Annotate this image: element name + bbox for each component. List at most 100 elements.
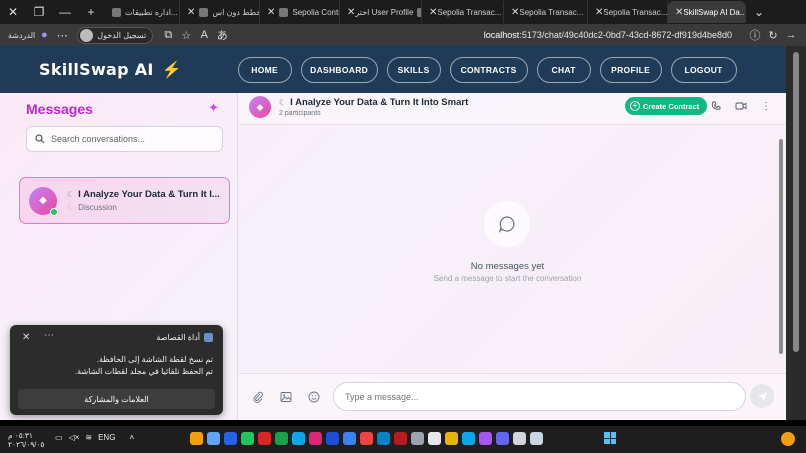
system-tray: ▭ ◁× ≋ ENG ˄	[55, 433, 134, 442]
translate-icon[interactable]: あ	[213, 26, 231, 44]
url-field[interactable]: localhost:5173/chat/49c40dc2-0bd7-43cd-8…	[231, 30, 746, 40]
forward-icon[interactable]: →	[782, 26, 800, 44]
browser-tab[interactable]: ✕ مخطط دون اس...	[180, 1, 260, 23]
volume-icon[interactable]: ◁×	[69, 433, 80, 442]
image-icon[interactable]	[278, 389, 294, 405]
tab-close-icon[interactable]: ✕	[511, 7, 519, 18]
tab-close-icon[interactable]: ✕	[429, 7, 437, 18]
read-aloud-icon[interactable]: A	[195, 26, 213, 44]
bolt-icon: ⚡	[161, 61, 182, 79]
new-tab-icon[interactable]: +	[78, 0, 104, 24]
collections-icon[interactable]: ⧉	[159, 26, 177, 44]
edge-icon[interactable]	[462, 432, 475, 445]
conversation-item[interactable]: ◆ ☾ I Analyze Your Data & Turn It I... ☾ D…	[19, 177, 230, 224]
video-icon[interactable]	[733, 98, 749, 114]
facebook-icon[interactable]	[326, 432, 339, 445]
browser-tab[interactable]: ✕ اختر User Profile	[340, 1, 422, 23]
copilot-icon[interactable]	[479, 432, 492, 445]
clock[interactable]: ٠٥:٣١ م ٢٠٢٦/٠٩/٠٥	[8, 431, 44, 449]
tab-label: اختر User Profile	[355, 7, 414, 17]
favorites-icon[interactable]: ☆	[177, 26, 195, 44]
start-icon[interactable]	[604, 432, 616, 444]
snip-notification: أداة القصاصة ✕ ⋯ تم نسخ لقطة الشاشة إلى …	[10, 325, 223, 415]
app-icon[interactable]	[190, 432, 203, 445]
nav-skills[interactable]: SKILLS	[386, 56, 441, 83]
close-window-icon[interactable]: ✕	[0, 0, 26, 24]
chat-scrollbar[interactable]	[778, 129, 784, 369]
tab-close-icon[interactable]: ✕	[595, 7, 603, 18]
vscode-icon[interactable]	[224, 432, 237, 445]
refresh-icon[interactable]: ↻	[764, 26, 782, 44]
page-scrollbar[interactable]	[786, 46, 806, 420]
tab-label: SkillSwap AI Da...	[683, 7, 746, 17]
more-vertical-icon[interactable]: ⋮	[758, 98, 774, 114]
chevron-up-icon[interactable]: ˄	[129, 433, 134, 442]
app-icon[interactable]	[207, 432, 220, 445]
message-input[interactable]	[333, 382, 746, 411]
close-icon[interactable]: ✕	[22, 332, 30, 343]
create-contract-button[interactable]: + Create Contract	[625, 97, 708, 115]
nav-home[interactable]: HOME	[237, 56, 292, 83]
send-button[interactable]	[750, 384, 774, 408]
chat-label[interactable]: الدردشة	[8, 31, 35, 40]
browser-tab[interactable]: ✕ Sepolia Transac...	[588, 1, 668, 23]
profile-button[interactable]: تسجيل الدخول	[77, 26, 154, 44]
markup-share-button[interactable]: العلامات والمشاركة	[18, 389, 215, 409]
language-indicator[interactable]: ENG	[98, 433, 115, 442]
app-icon[interactable]	[513, 432, 526, 445]
tab-close-icon[interactable]: ✕	[675, 7, 683, 18]
more-icon[interactable]: ⋯	[53, 26, 71, 44]
app-icon[interactable]	[428, 432, 441, 445]
site-info-icon[interactable]: ⓘ	[746, 26, 764, 44]
whatsapp-icon[interactable]	[275, 432, 288, 445]
nav-contracts[interactable]: CONTRACTS	[449, 56, 528, 83]
search-icon[interactable]	[530, 432, 543, 445]
instagram-icon[interactable]	[309, 432, 322, 445]
app-icon[interactable]	[258, 432, 271, 445]
browser-tab-active[interactable]: ✕ SkillSwap AI Da...	[668, 1, 746, 23]
app-icon[interactable]	[360, 432, 373, 445]
tab-dropdown-icon[interactable]: ⌄	[746, 0, 772, 24]
app-logo[interactable]: SkillSwap AI	[39, 60, 154, 79]
nav-dashboard[interactable]: DASHBOARD	[300, 56, 378, 83]
copilot-icon[interactable]: ●	[35, 26, 53, 44]
settings-icon[interactable]	[411, 432, 424, 445]
file-explorer-icon[interactable]	[445, 432, 458, 445]
taskbar-apps	[190, 432, 543, 445]
messages-title: Messages	[26, 101, 93, 117]
browser-tab[interactable]: اداره تطبيقات...	[104, 1, 180, 23]
toast-body: تم نسخ لقطة الشاشة إلى الحافظة. تم الحفظ…	[75, 354, 213, 378]
url-path: :5173/chat/49c40dc2-0bd7-43cd-8672-df919…	[519, 30, 732, 40]
nav-profile[interactable]: PROFILE	[599, 56, 662, 83]
browser-tab[interactable]: ✕ Sepolia Transac...	[422, 1, 504, 23]
phone-icon[interactable]	[708, 98, 724, 114]
tab-close-icon[interactable]: ✕	[267, 7, 275, 18]
battery-icon[interactable]: ▭	[55, 433, 63, 442]
tab-close-icon[interactable]: ✕	[187, 7, 195, 18]
more-icon[interactable]: ⋯	[44, 330, 54, 341]
search-input[interactable]	[51, 134, 211, 144]
tab-label: Sepolia Transac...	[437, 7, 502, 17]
tab-favicon-icon	[279, 7, 289, 17]
telegram-icon[interactable]	[292, 432, 305, 445]
message-composer	[239, 373, 786, 420]
wifi-icon[interactable]: ≋	[85, 433, 92, 442]
toast-title: أداة القصاصة	[156, 333, 200, 342]
navbar: SkillSwap AI ⚡ HOME DASHBOARD SKILLS CON…	[0, 46, 786, 93]
app-icon[interactable]	[343, 432, 356, 445]
nav-chat[interactable]: CHAT	[536, 56, 591, 83]
chrome-icon[interactable]	[241, 432, 254, 445]
minimize-icon[interactable]: —	[52, 0, 78, 24]
browser-tab[interactable]: ✕ Sepolia Transac...	[504, 1, 588, 23]
browser-tab[interactable]: ✕ Sepolia Contra...	[260, 1, 340, 23]
app-icon[interactable]	[377, 432, 390, 445]
nav-logout[interactable]: LOGOUT	[670, 56, 737, 83]
notification-icon[interactable]	[781, 432, 795, 446]
search-box	[26, 126, 223, 152]
app-icon[interactable]	[496, 432, 509, 445]
toast-line: تم نسخ لقطة الشاشة إلى الحافظة.	[96, 355, 213, 364]
attachment-icon[interactable]	[250, 389, 266, 405]
emoji-icon[interactable]	[306, 389, 322, 405]
pdf-icon[interactable]	[394, 432, 407, 445]
tab-actions-icon[interactable]: ❐	[26, 0, 52, 24]
